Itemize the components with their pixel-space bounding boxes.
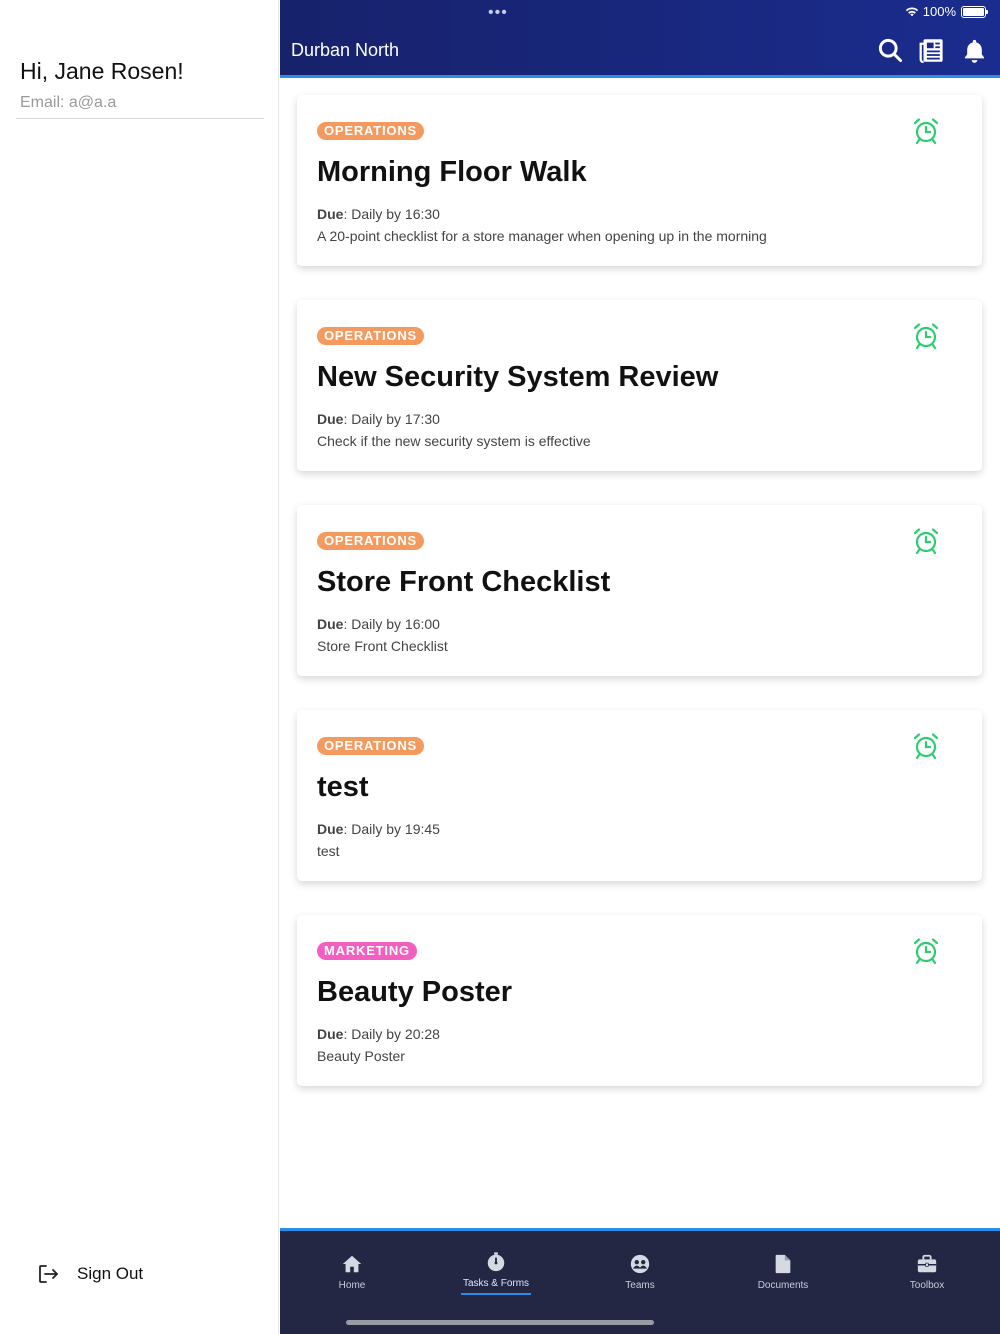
alarm-clock-icon bbox=[913, 733, 939, 760]
main-panel: ••• 100% Durban North OPERATIONS Morning… bbox=[280, 0, 1000, 1334]
battery-icon bbox=[961, 5, 988, 18]
task-title: New Security System Review bbox=[317, 361, 719, 393]
due-label: Due bbox=[317, 411, 344, 427]
toolbox-icon bbox=[917, 1254, 937, 1273]
tab-label: Documents bbox=[757, 1280, 809, 1291]
app-header: ••• 100% Durban North bbox=[280, 0, 1000, 78]
task-description: Check if the new security system is effe… bbox=[317, 433, 591, 449]
search-button[interactable] bbox=[876, 36, 904, 64]
tab-tasks-forms[interactable]: Tasks & Forms bbox=[446, 1251, 546, 1295]
task-description: Store Front Checklist bbox=[317, 638, 448, 654]
tab-label: Toolbox bbox=[909, 1280, 945, 1291]
task-card-beauty-poster[interactable]: MARKETING Beauty Poster Due: Daily by 20… bbox=[297, 915, 982, 1086]
location-title: Durban North bbox=[291, 40, 400, 60]
stopwatch-icon bbox=[487, 1252, 505, 1272]
tab-teams[interactable]: Teams bbox=[590, 1253, 690, 1291]
task-description: test bbox=[317, 843, 340, 859]
document-icon bbox=[775, 1254, 791, 1274]
due-label: Due bbox=[317, 821, 344, 837]
battery-percent: 100% bbox=[922, 4, 956, 19]
search-icon bbox=[878, 38, 902, 62]
due-label: Due bbox=[317, 206, 344, 222]
due-label: Due bbox=[317, 616, 344, 632]
tab-documents[interactable]: Documents bbox=[733, 1253, 833, 1291]
category-tag: OPERATIONS bbox=[317, 737, 424, 755]
category-tag: OPERATIONS bbox=[317, 532, 424, 550]
task-title: Morning Floor Walk bbox=[317, 156, 587, 188]
due-value: : Daily by 17:30 bbox=[343, 411, 440, 427]
task-card-new-security-system-review[interactable]: OPERATIONS New Security System Review Du… bbox=[297, 300, 982, 471]
task-description: Beauty Poster bbox=[317, 1048, 405, 1064]
sign-out-icon bbox=[39, 1265, 58, 1283]
due-line: Due: Daily by 16:30 bbox=[317, 206, 440, 222]
sign-out-button[interactable]: Sign Out bbox=[36, 1262, 143, 1286]
due-value: : Daily by 20:28 bbox=[343, 1026, 440, 1042]
due-line: Due: Daily by 19:45 bbox=[317, 821, 440, 837]
multitask-dots[interactable]: ••• bbox=[488, 4, 508, 22]
wifi-icon bbox=[905, 7, 918, 17]
sign-out-label: Sign Out bbox=[77, 1264, 144, 1283]
header-actions bbox=[862, 36, 988, 64]
bell-icon bbox=[964, 39, 984, 63]
category-tag: OPERATIONS bbox=[317, 327, 424, 345]
task-description: A 20-point checklist for a store manager… bbox=[317, 228, 767, 244]
due-line: Due: Daily by 17:30 bbox=[317, 411, 440, 427]
user-greeting: Hi, Jane Rosen! bbox=[20, 58, 184, 84]
due-value: : Daily by 16:30 bbox=[343, 206, 440, 222]
home-icon bbox=[342, 1255, 362, 1273]
task-list: OPERATIONS Morning Floor Walk Due: Daily… bbox=[280, 78, 1000, 1228]
task-card-morning-floor-walk[interactable]: OPERATIONS Morning Floor Walk Due: Daily… bbox=[297, 95, 982, 266]
newspaper-icon bbox=[919, 38, 943, 63]
tab-home[interactable]: Home bbox=[302, 1253, 402, 1291]
alarm-clock-icon bbox=[913, 118, 939, 145]
due-line: Due: Daily by 16:00 bbox=[317, 616, 440, 632]
task-title: Store Front Checklist bbox=[317, 566, 611, 598]
user-email: Email: a@a.a bbox=[16, 94, 264, 119]
news-button[interactable] bbox=[918, 36, 946, 64]
due-value: : Daily by 19:45 bbox=[343, 821, 440, 837]
alarm-clock-icon bbox=[913, 938, 939, 965]
due-line: Due: Daily by 20:28 bbox=[317, 1026, 440, 1042]
active-tab-indicator bbox=[461, 1293, 531, 1295]
task-title: test bbox=[317, 771, 369, 803]
category-tag: MARKETING bbox=[317, 942, 417, 960]
tab-label: Tasks & Forms bbox=[462, 1278, 530, 1289]
status-bar: 100% bbox=[905, 4, 988, 19]
task-title: Beauty Poster bbox=[317, 976, 513, 1008]
app-root: Hi, Jane Rosen! Email: a@a.a Sign Out ••… bbox=[0, 0, 1000, 1334]
task-card-test[interactable]: OPERATIONS test Due: Daily by 19:45 test bbox=[297, 710, 982, 881]
tab-toolbox[interactable]: Toolbox bbox=[877, 1253, 977, 1291]
tab-label: Teams bbox=[625, 1280, 655, 1291]
category-tag: OPERATIONS bbox=[317, 122, 424, 140]
task-card-store-front-checklist[interactable]: OPERATIONS Store Front Checklist Due: Da… bbox=[297, 505, 982, 676]
teams-icon bbox=[630, 1254, 650, 1274]
due-label: Due bbox=[317, 1026, 344, 1042]
side-menu: Hi, Jane Rosen! Email: a@a.a Sign Out bbox=[0, 0, 279, 1334]
bottom-tab-bar: Home Tasks & Forms Teams Documents Toolb… bbox=[280, 1228, 1000, 1334]
notifications-button[interactable] bbox=[960, 36, 988, 64]
tab-label: Home bbox=[338, 1280, 366, 1291]
alarm-clock-icon bbox=[913, 528, 939, 555]
due-value: : Daily by 16:00 bbox=[343, 616, 440, 632]
alarm-clock-icon bbox=[913, 323, 939, 350]
home-indicator[interactable] bbox=[346, 1320, 654, 1325]
